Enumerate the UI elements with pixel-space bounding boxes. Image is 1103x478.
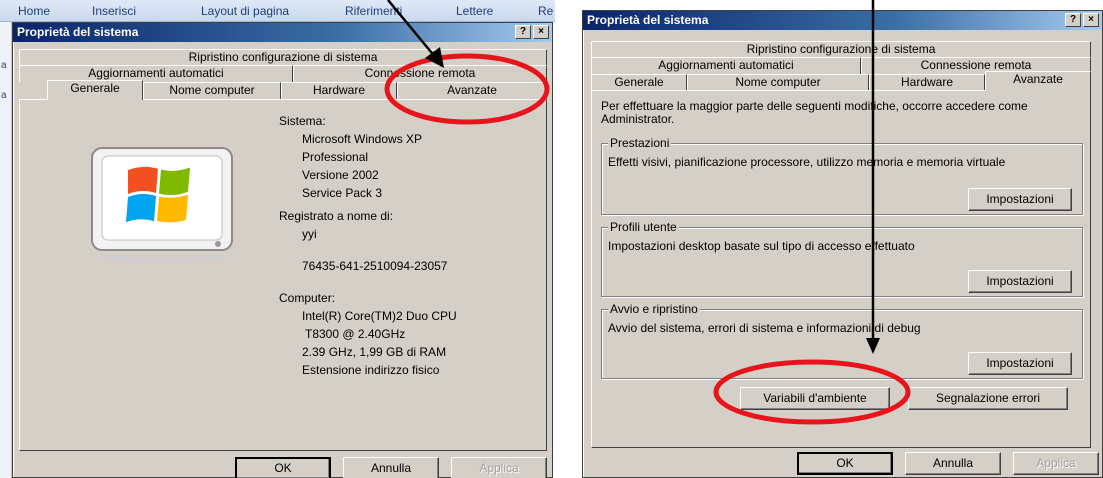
ribbon-tab-riferimenti[interactable]: Riferimenti [345,4,402,18]
tab-generale[interactable]: Generale [591,74,687,91]
os-service-pack: Service Pack 3 [302,186,383,200]
ok-button[interactable]: OK [235,457,331,478]
tab-hardware[interactable]: Hardware [281,82,397,99]
help-button[interactable]: ? [515,25,531,39]
group-description: Impostazioni desktop basate sul tipo di … [608,239,915,253]
dialog-title: Proprietà del sistema [587,13,709,27]
dialog-title: Proprietà del sistema [17,25,139,39]
close-button[interactable]: × [1083,13,1099,27]
admin-notice: Per effettuare la maggior parte delle se… [601,99,1028,126]
cancel-button[interactable]: Annulla [905,452,1001,475]
ribbon-tab-re[interactable]: Re [538,4,553,18]
group-description: Avvio del sistema, errori di sistema e i… [608,321,921,335]
left-screenshot: Home Inserisci Layout di pagina Riferime… [0,0,555,478]
error-reporting-button[interactable]: Segnalazione errori [908,387,1068,410]
cpu-name: Intel(R) Core(TM)2 Duo CPU [302,309,457,323]
group-description: Effetti visivi, pianificazione processor… [608,155,1006,169]
computer-label: Computer: [279,291,336,305]
os-edition: Professional [302,150,369,164]
right-screenshot: Proprietà del sistema ? × Ripristino con… [582,0,1103,478]
os-name: Microsoft Windows XP [302,132,423,146]
group-legend: Profili utente [608,220,679,234]
tab-panel-generale: Sistema: Microsoft Windows XP Profession… [19,99,547,451]
registered-user: yyi [302,227,317,241]
close-button[interactable]: × [533,25,549,39]
apply-button[interactable]: Applica [451,457,547,478]
group-profili-utente: Profili utente Impostazioni desktop basa… [601,220,1083,297]
help-button[interactable]: ? [1065,13,1081,27]
system-properties-dialog: Proprietà del sistema ? × Ripristino con… [12,22,553,478]
tab-avanzate[interactable]: Avanzate [985,71,1091,91]
pae: Estensione indirizzo fisico [302,363,440,377]
system-label: Sistema: [279,114,326,128]
tab-hardware[interactable]: Hardware [869,74,985,91]
group-legend: Prestazioni [608,136,672,150]
settings-button-profili[interactable]: Impostazioni [968,270,1072,293]
os-version: Versione 2002 [302,168,379,182]
settings-button-avvio[interactable]: Impostazioni [968,352,1072,375]
group-prestazioni: Prestazioni Effetti visivi, pianificazio… [601,136,1083,215]
group-legend: Avvio e ripristino [608,302,700,316]
ribbon-tab-layout[interactable]: Layout di pagina [201,4,289,18]
word-side-ruler: a a [0,22,12,478]
tab-generale[interactable]: Generale [47,80,143,100]
tab-nome-computer[interactable]: Nome computer [687,74,869,91]
cpu-model: T8300 @ 2.40GHz [305,327,406,341]
tab-connessione-remota[interactable]: Connessione remota [293,65,547,82]
side-letter: a [1,60,7,71]
tab-nome-computer[interactable]: Nome computer [143,82,281,99]
tab-ripristino[interactable]: Ripristino configurazione di sistema [19,49,547,66]
environment-variables-button[interactable]: Variabili d'ambiente [740,387,890,410]
tab-ripristino[interactable]: Ripristino configurazione di sistema [591,41,1091,58]
dialog-titlebar[interactable]: Proprietà del sistema ? × [13,23,552,42]
dialog-titlebar[interactable]: Proprietà del sistema ? × [583,11,1102,30]
ribbon-tab-home[interactable]: Home [18,4,50,18]
windows-xp-monitor-icon [91,147,233,262]
product-id: 76435-641-2510094-23057 [302,259,448,273]
group-avvio-ripristino: Avvio e ripristino Avvio del sistema, er… [601,302,1083,379]
system-properties-dialog-advanced: Proprietà del sistema ? × Ripristino con… [582,10,1103,478]
settings-button-prestazioni[interactable]: Impostazioni [968,188,1072,211]
ribbon-tab-lettere[interactable]: Lettere [456,4,493,18]
side-letter: a [1,90,7,101]
ribbon-tab-inserisci[interactable]: Inserisci [92,4,136,18]
cancel-button[interactable]: Annulla [343,457,439,478]
registered-label: Registrato a nome di: [279,209,394,223]
tab-aggiornamenti[interactable]: Aggiornamenti automatici [591,57,861,74]
ok-button[interactable]: OK [797,452,893,475]
cpu-ram: 2.39 GHz, 1,99 GB di RAM [302,345,447,359]
apply-button[interactable]: Applica [1013,452,1099,475]
word-ribbon: Home Inserisci Layout di pagina Riferime… [0,0,555,22]
tab-panel-avanzate: Per effettuare la maggior parte delle se… [591,90,1091,448]
tab-avanzate[interactable]: Avanzate [397,82,547,99]
